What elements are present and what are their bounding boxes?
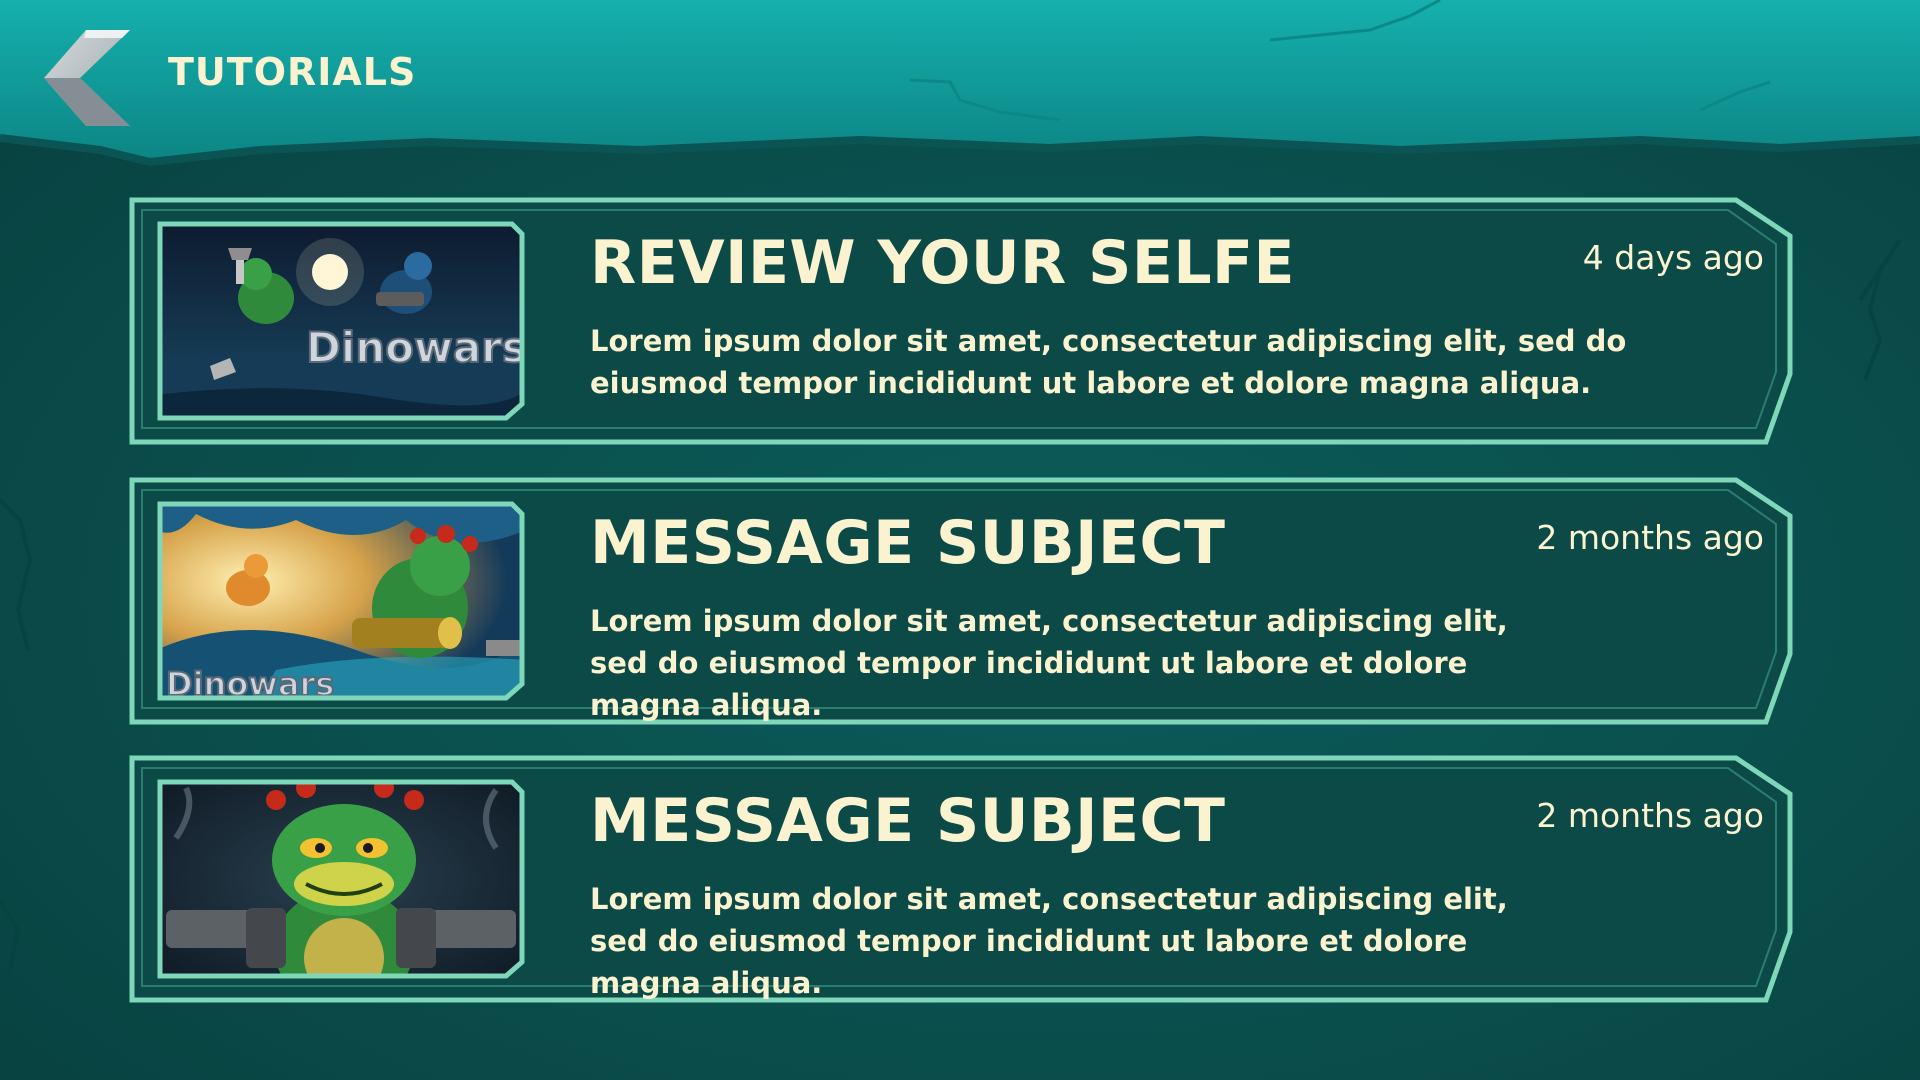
thumbnail-logo: Dinowars	[306, 323, 526, 372]
message-preview: Lorem ipsum dolor sit amet, consectetur …	[590, 604, 1508, 722]
message-thumbnail	[156, 778, 526, 980]
message-thumbnail: Dinowars	[156, 220, 526, 422]
message-timestamp: 2 months ago	[1536, 518, 1764, 557]
back-button[interactable]	[40, 26, 136, 128]
message-title: MESSAGE SUBJECT	[590, 508, 1226, 578]
chevron-left-icon	[44, 30, 130, 126]
message-thumbnail: Dinowars	[156, 500, 526, 702]
message-title: MESSAGE SUBJECT	[590, 786, 1226, 856]
message-card[interactable]: Dinowars MESSAGE SUBJECT 2 months ago Lo…	[124, 472, 1800, 730]
message-timestamp: 4 days ago	[1582, 238, 1764, 277]
message-card[interactable]: Dinowars REVIEW YOUR SELFE 4 days ago Lo…	[124, 192, 1800, 450]
message-timestamp: 2 months ago	[1536, 796, 1764, 835]
message-preview: Lorem ipsum dolor sit amet, consectetur …	[590, 882, 1508, 1000]
message-title: REVIEW YOUR SELFE	[590, 228, 1296, 298]
header-bar: TUTORIALS	[0, 0, 1920, 167]
message-card[interactable]: MESSAGE SUBJECT 2 months ago Lorem ipsum…	[124, 750, 1800, 1008]
page-title: TUTORIALS	[168, 50, 417, 94]
message-preview: Lorem ipsum dolor sit amet, consectetur …	[590, 324, 1627, 400]
